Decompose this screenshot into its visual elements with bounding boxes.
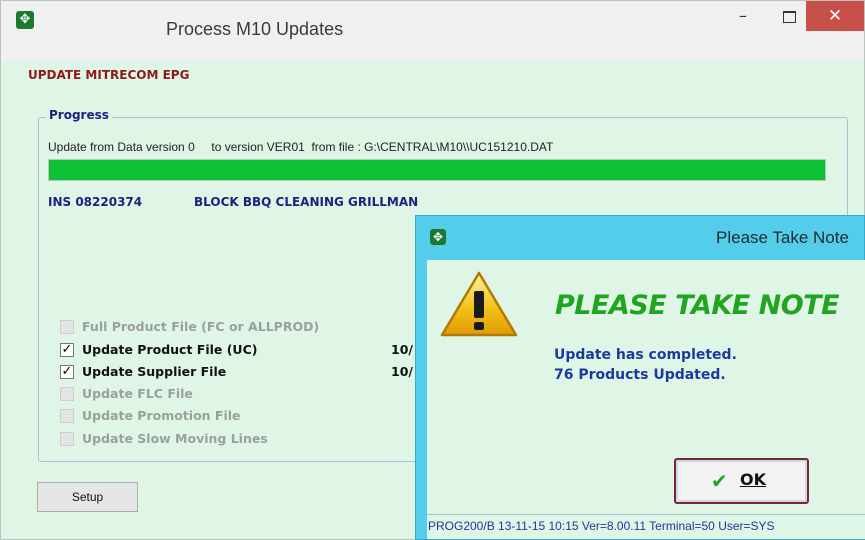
option-label: Update FLC File <box>82 386 193 401</box>
checkbox[interactable] <box>60 409 74 423</box>
checkbox[interactable] <box>60 320 74 334</box>
warning-icon <box>440 271 518 337</box>
progress-group-label: Progress <box>46 108 112 122</box>
progress-fill <box>49 160 825 180</box>
maximize-button[interactable] <box>767 1 811 31</box>
minimize-button[interactable]: – <box>721 1 765 31</box>
checkbox[interactable] <box>60 387 74 401</box>
checkmark-icon: ✔ <box>711 469 728 493</box>
dialog-title: Please Take Note <box>716 228 849 247</box>
maximize-icon <box>782 10 796 23</box>
option-label: Update Product File (UC) <box>82 342 258 357</box>
current-item-description: BLOCK BBQ CLEANING GRILLMAN <box>194 195 419 209</box>
page-title: UPDATE MITRECOM EPG <box>28 68 190 82</box>
checkbox[interactable]: ✓ <box>60 343 74 357</box>
message-line: 76 Products Updated. <box>554 367 726 383</box>
move-cross-icon[interactable]: ✥ <box>430 229 446 245</box>
take-note-dialog: ✥ Please Take Note PLEASE TAKE NOTE Upda… <box>415 215 865 540</box>
setup-button[interactable]: Setup <box>37 482 138 512</box>
ok-button[interactable]: ✔ OK <box>674 458 809 504</box>
option-label: Update Supplier File <box>82 364 227 379</box>
move-cross-icon[interactable]: ✥ <box>16 11 34 29</box>
note-heading: PLEASE TAKE NOTE <box>555 290 840 321</box>
window-title: Process M10 Updates <box>166 19 344 39</box>
close-button[interactable]: ✕ <box>806 1 864 31</box>
current-item-code: INS 08220374 <box>48 195 143 209</box>
option-date: 10/ <box>391 364 413 379</box>
dialog-body: PLEASE TAKE NOTE Update has completed. 7… <box>427 260 865 514</box>
message-line: Update has completed. <box>554 347 737 363</box>
option-label: Full Product File (FC or ALLPROD) <box>82 319 320 334</box>
status-bar: PROG200/B 13-11-15 10:15 Ver=8.00.11 Ter… <box>427 514 865 539</box>
option-date: 10/ <box>391 342 413 357</box>
checkbox[interactable]: ✓ <box>60 365 74 379</box>
progress-bar <box>48 159 826 181</box>
title-bar[interactable]: ✥ Process M10 Updates – ✕ <box>1 1 864 61</box>
ok-label: OK <box>740 470 766 489</box>
checkbox[interactable] <box>60 432 74 446</box>
option-label: Update Slow Moving Lines <box>82 431 268 446</box>
update-status-text: Update from Data version 0 to version VE… <box>48 140 554 154</box>
option-label: Update Promotion File <box>82 408 241 423</box>
